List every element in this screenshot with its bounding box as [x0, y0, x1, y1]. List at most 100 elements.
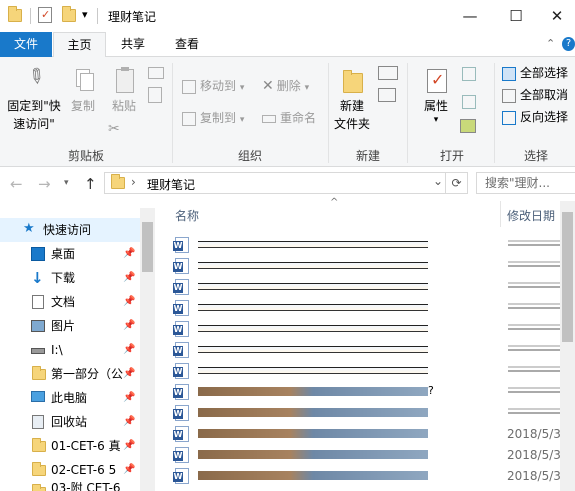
invert-selection-button[interactable]: 反向选择: [502, 107, 568, 127]
pin-icon[interactable]: 📌: [123, 410, 135, 434]
select-all-label: 全部选择: [520, 66, 569, 80]
file-row[interactable]: 2018/5/30: [170, 424, 570, 445]
help-icon[interactable]: ?: [562, 37, 575, 51]
rename-button[interactable]: 重命名: [262, 108, 316, 128]
file-row[interactable]: [170, 361, 570, 382]
file-row[interactable]: [170, 298, 570, 319]
recent-locations-icon[interactable]: ▾: [64, 178, 69, 188]
word-document-icon: [173, 363, 189, 379]
delete-button[interactable]: ✕ 删除 ▾: [262, 76, 309, 96]
maximize-icon: ☐: [509, 7, 523, 25]
paste-button[interactable]: 粘贴: [106, 67, 142, 115]
pin-icon[interactable]: 📌: [123, 314, 135, 338]
minimize-button[interactable]: —: [447, 0, 493, 32]
clipboard-icon: [111, 67, 137, 93]
tab-view[interactable]: 查看: [160, 32, 214, 57]
nav-item-cet6-01[interactable]: 01-CET-6 真 📌: [0, 434, 140, 458]
pin-icon[interactable]: 📌: [123, 434, 135, 458]
up-button[interactable]: ↑: [84, 175, 97, 193]
new-folder-icon[interactable]: [62, 6, 76, 22]
forward-button[interactable]: →: [38, 175, 51, 193]
paste-label: 粘贴: [111, 99, 136, 113]
properties-label: 属性: [423, 99, 448, 113]
file-row[interactable]: [170, 340, 570, 361]
word-document-icon: [173, 258, 189, 274]
nav-item-quick-access[interactable]: ★ 快速访问: [0, 218, 140, 242]
close-icon: ✕: [550, 7, 564, 25]
nav-item-folder-part-one[interactable]: 第一部分（公 📌: [0, 362, 140, 386]
file-row[interactable]: [170, 277, 570, 298]
sort-ascending-icon: ^: [330, 197, 339, 208]
nav-item-recycle-bin[interactable]: 回收站 📌: [0, 410, 140, 434]
pin-label-line1: 固定到"快: [7, 99, 61, 113]
select-all-button[interactable]: 全部选择: [502, 63, 568, 83]
new-folder-button[interactable]: 新建 文件夹: [332, 67, 372, 133]
address-dropdown-icon[interactable]: ⌄: [433, 174, 443, 188]
nav-item-pictures[interactable]: 图片 📌: [0, 314, 140, 338]
column-header-name[interactable]: 名称: [175, 207, 199, 224]
chevron-up-icon[interactable]: ⌃: [546, 37, 555, 50]
nav-item-documents[interactable]: 文档 📌: [0, 290, 140, 314]
customize-quick-access-button[interactable]: ▾: [82, 8, 88, 21]
pin-icon[interactable]: 📌: [123, 266, 135, 290]
pin-icon[interactable]: 📌: [123, 338, 135, 362]
address-field[interactable]: › 理财笔记 ⌄: [104, 172, 446, 194]
search-input[interactable]: 搜索"理财...: [476, 172, 575, 194]
edit-icon[interactable]: [462, 95, 476, 109]
file-name-redacted: [198, 282, 428, 291]
word-document-icon: [173, 447, 189, 463]
maximize-button[interactable]: ☐: [493, 0, 539, 32]
history-icon[interactable]: [460, 119, 476, 133]
file-row[interactable]: [170, 235, 570, 256]
easy-access-icon[interactable]: [378, 88, 396, 102]
file-row[interactable]: 2018/5/30: [170, 466, 570, 487]
select-none-button[interactable]: 全部取消: [502, 85, 568, 105]
tab-home[interactable]: 主页: [53, 32, 106, 58]
pin-icon[interactable]: 📌: [123, 458, 135, 482]
column-divider[interactable]: [500, 201, 501, 227]
file-name-redacted: [198, 471, 428, 480]
file-row[interactable]: [170, 256, 570, 277]
file-row[interactable]: 2018/5/30: [170, 445, 570, 466]
tab-share[interactable]: 共享: [107, 32, 159, 57]
refresh-button[interactable]: ⟳: [446, 172, 468, 194]
open-icon[interactable]: [462, 67, 476, 81]
file-row[interactable]: [170, 403, 570, 424]
nav-item-desktop[interactable]: 桌面 📌: [0, 242, 140, 266]
paste-shortcut-icon[interactable]: [148, 87, 162, 103]
properties-button[interactable]: ✓ 属性 ▾: [416, 67, 456, 125]
file-row[interactable]: ?: [170, 382, 570, 403]
back-button[interactable]: ←: [10, 175, 23, 193]
tab-file[interactable]: 文件: [0, 32, 52, 57]
pin-to-quick-access-button[interactable]: ✎ 固定到"快 速访问": [2, 61, 66, 133]
close-button[interactable]: ✕: [539, 0, 575, 32]
folder-icon: [32, 366, 46, 380]
nav-item-this-pc[interactable]: 此电脑 📌: [0, 386, 140, 410]
nav-item-cet6-03[interactable]: 03-附 CET-6: [0, 482, 140, 491]
file-row[interactable]: [170, 319, 570, 340]
nav-item-downloads[interactable]: ↓ 下载 📌: [0, 266, 140, 290]
copy-to-button[interactable]: 复制到 ▾: [182, 108, 244, 128]
properties-icon[interactable]: ✓: [38, 7, 52, 23]
column-header-modified[interactable]: 修改日期: [507, 207, 555, 224]
content-scrollbar-thumb[interactable]: [562, 212, 573, 342]
pin-icon[interactable]: 📌: [123, 290, 135, 314]
copy-button[interactable]: 复制: [66, 67, 100, 115]
nav-scrollbar-thumb[interactable]: [142, 222, 153, 272]
nav-item-drive-i[interactable]: I:\ 📌: [0, 338, 140, 362]
new-item-icon[interactable]: [378, 66, 398, 80]
folder-icon: [32, 462, 46, 476]
pin-icon[interactable]: 📌: [123, 386, 135, 410]
copy-path-icon[interactable]: [148, 67, 164, 79]
cut-icon[interactable]: ✂: [108, 121, 120, 137]
breadcrumb-chevron-icon[interactable]: ›: [131, 175, 136, 189]
pin-icon[interactable]: 📌: [123, 362, 135, 386]
nav-item-label: 快速访问: [43, 223, 92, 237]
move-to-button[interactable]: 移动到 ▾: [182, 76, 244, 96]
breadcrumb-current[interactable]: 理财笔记: [147, 176, 195, 193]
nav-item-cet6-02[interactable]: 02-CET-6 5 📌: [0, 458, 140, 482]
word-document-icon: [173, 468, 189, 484]
pin-icon[interactable]: 📌: [123, 242, 135, 266]
nav-item-label: 第一部分（公: [51, 367, 124, 381]
group-label-clipboard: 剪贴板: [67, 149, 104, 163]
